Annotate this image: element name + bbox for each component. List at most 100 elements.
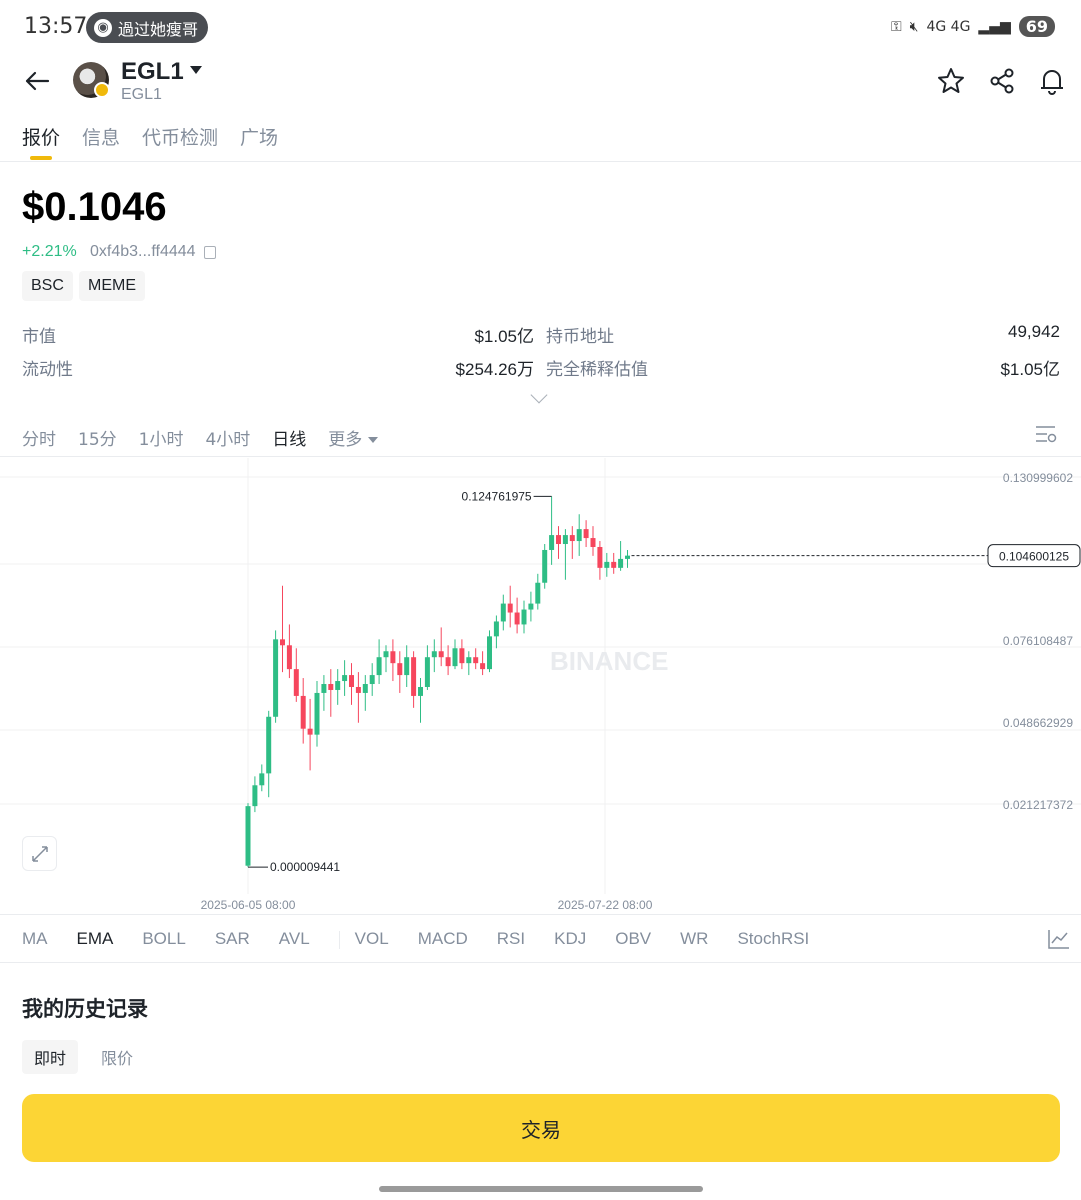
history-tab-instant[interactable]: 即时 xyxy=(22,1040,79,1074)
symbol-dropdown-icon[interactable] xyxy=(190,66,202,74)
indicator-wr[interactable]: WR xyxy=(680,929,708,949)
high-label: 0.124761975 xyxy=(462,489,532,503)
candle-body xyxy=(266,716,272,774)
candle-body xyxy=(411,657,417,696)
candle-body xyxy=(397,663,403,676)
main-tabs: 报价 信息 代币检测 广场 xyxy=(22,123,278,150)
share-icon[interactable] xyxy=(987,66,1017,96)
candle-body xyxy=(507,603,513,613)
candle-body xyxy=(431,651,437,658)
history-tab-limit[interactable]: 限价 xyxy=(89,1040,145,1074)
active-tab-indicator xyxy=(30,156,52,160)
indicator-bottom-divider xyxy=(0,962,1081,963)
candle xyxy=(556,526,561,559)
indicator-bar: MA EMA BOLL SAR AVL VOL MACD RSI KDJ OBV… xyxy=(22,929,838,949)
signal-icon: ▂▄▆ xyxy=(978,18,1011,35)
market-cap-label: 市值 xyxy=(22,327,56,347)
candle-body xyxy=(321,684,327,693)
interval-1d[interactable]: 日线 xyxy=(272,425,306,450)
candle-body xyxy=(500,603,506,622)
candle xyxy=(397,651,403,693)
notification-pill[interactable]: ◉ 過过她瘦哥 xyxy=(86,12,208,43)
candle xyxy=(576,514,582,556)
candle-body xyxy=(618,558,624,568)
home-indicator[interactable] xyxy=(379,1186,703,1192)
expand-stats-chevron-icon[interactable] xyxy=(530,386,548,404)
candle-body xyxy=(556,535,561,545)
more-caret-icon xyxy=(368,437,379,443)
back-arrow-icon[interactable] xyxy=(22,66,52,96)
bell-icon[interactable] xyxy=(1037,66,1067,96)
candle-body xyxy=(328,684,334,690)
indicator-sar[interactable]: SAR xyxy=(215,929,250,949)
candle-body xyxy=(487,636,492,670)
indicator-top-divider xyxy=(0,914,1081,915)
candlestick-chart[interactable]: BINANCE 0.130999602 0.076108487 0.04866292… xyxy=(0,458,1081,914)
interval-more-label: 更多 xyxy=(328,430,363,450)
indicator-rsi[interactable]: RSI xyxy=(497,929,525,949)
star-icon[interactable] xyxy=(936,66,966,96)
candle xyxy=(349,663,354,705)
tabs-divider xyxy=(0,161,1081,162)
candle xyxy=(280,585,285,673)
candle xyxy=(314,681,320,747)
interval-15m[interactable]: 15分 xyxy=(78,425,117,450)
chart-settings-icon[interactable] xyxy=(1035,424,1057,444)
indicator-avl[interactable]: AVL xyxy=(279,929,310,949)
candle xyxy=(514,597,520,634)
candle xyxy=(321,675,327,711)
candle-body xyxy=(438,651,444,658)
tab-quote[interactable]: 报价 xyxy=(22,123,60,150)
tab-info[interactable]: 信息 xyxy=(82,123,120,150)
mute-icon: 🔇︎ xyxy=(909,18,919,35)
indicator-vol[interactable]: VOL xyxy=(355,929,389,949)
candle xyxy=(404,645,410,687)
battery-level: 69 xyxy=(1018,16,1055,37)
tab-token-check[interactable]: 代币检测 xyxy=(142,123,218,150)
candle-body xyxy=(493,621,499,637)
candle xyxy=(383,645,389,673)
candle xyxy=(583,520,589,547)
expand-chart-button[interactable] xyxy=(22,836,57,871)
chart-grid xyxy=(0,458,1081,894)
interval-timeline[interactable]: 分时 xyxy=(22,425,56,450)
contract-address[interactable]: 0xf4b3...ff4444 xyxy=(90,243,216,261)
candle xyxy=(549,496,555,565)
candle xyxy=(487,630,492,673)
indicator-boll[interactable]: BOLL xyxy=(142,929,185,949)
interval-1h[interactable]: 1小时 xyxy=(139,425,184,450)
interval-more[interactable]: 更多 xyxy=(328,425,379,450)
interval-4h[interactable]: 4小时 xyxy=(205,425,250,450)
candle xyxy=(590,526,596,556)
indicator-macd[interactable]: MACD xyxy=(418,929,468,949)
x-tick-label: 2025-06-05 08:00 xyxy=(201,898,296,912)
candle xyxy=(466,651,472,676)
candle-body xyxy=(424,657,430,687)
tab-square[interactable]: 广场 xyxy=(240,123,278,150)
pill-text: 過过她瘦哥 xyxy=(118,19,199,39)
y-tick-label: 0.076108487 xyxy=(1003,634,1073,648)
y-tick-label: 0.130999602 xyxy=(1003,471,1073,485)
liquidity-label: 流动性 xyxy=(22,360,73,380)
candle xyxy=(369,663,375,696)
copy-icon[interactable] xyxy=(203,245,216,259)
indicator-ema[interactable]: EMA xyxy=(77,929,114,949)
token-symbol[interactable]: EGL1 xyxy=(121,58,184,86)
candle-body xyxy=(459,648,465,664)
expand-icon xyxy=(31,845,48,862)
candle-body xyxy=(335,681,341,690)
indicator-obv[interactable]: OBV xyxy=(615,929,651,949)
indicator-ma[interactable]: MA xyxy=(22,929,48,949)
indicator-stochrsi[interactable]: StochRSI xyxy=(737,929,809,949)
tag-chain[interactable]: BSC xyxy=(22,271,73,301)
candle xyxy=(355,672,361,723)
candle xyxy=(266,710,272,798)
candle xyxy=(500,594,506,631)
candle-body xyxy=(362,684,368,693)
indicator-settings-icon[interactable] xyxy=(1047,928,1071,950)
interval-bar: 分时 15分 1小时 4小时 日线 更多 xyxy=(22,425,379,450)
indicator-kdj[interactable]: KDJ xyxy=(554,929,586,949)
trade-button[interactable]: 交易 xyxy=(22,1094,1060,1162)
tag-category[interactable]: MEME xyxy=(79,271,145,301)
candle xyxy=(335,669,341,705)
